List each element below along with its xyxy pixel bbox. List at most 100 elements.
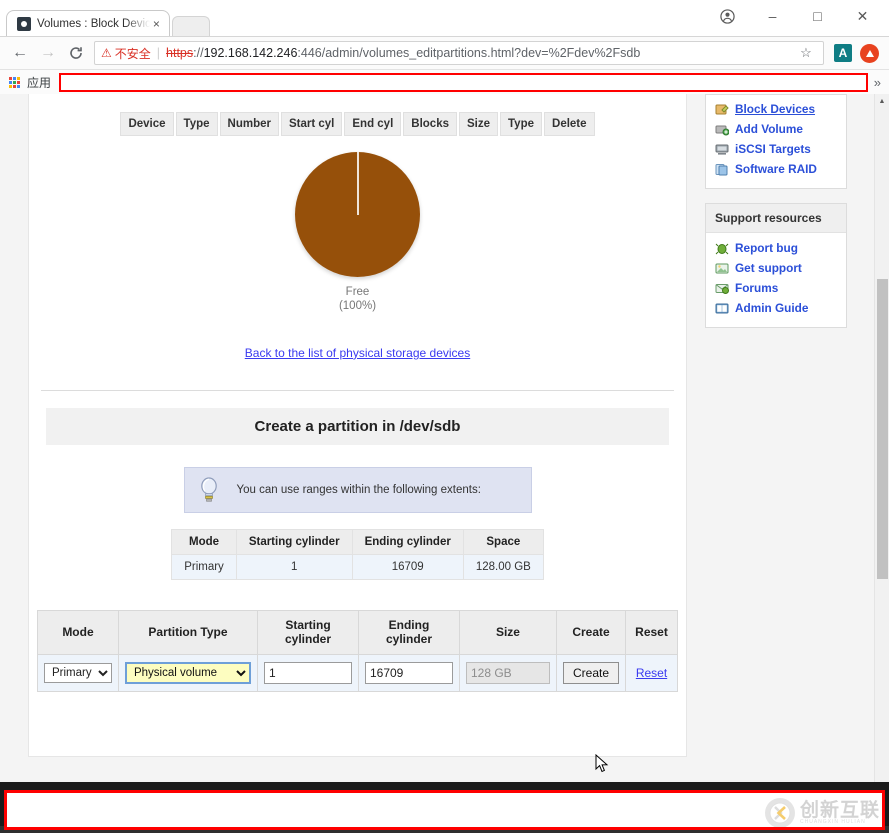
sidebar-label-forums: Forums (735, 281, 778, 295)
watermark-text: 创新互联 (800, 801, 880, 820)
partitions-col-endcyl: End cyl (344, 112, 401, 136)
browser-tab[interactable]: Volumes : Block Device × (6, 10, 170, 36)
bookmarks-bar: 应用 » (0, 69, 889, 94)
extents-cell-mode: Primary (172, 554, 237, 579)
sidebar-item-forums[interactable]: Forums (706, 278, 846, 298)
sidebar-item-add-volume[interactable]: Add Volume (706, 119, 846, 139)
extension-a-icon[interactable]: A (834, 44, 852, 62)
extension-opera-icon[interactable] (860, 44, 879, 63)
form-col-size: Size (459, 610, 556, 655)
sidebar-item-block-devices[interactable]: Block Devices (706, 99, 846, 119)
watermark-logo-icon (765, 798, 795, 828)
ending-cylinder-input[interactable] (365, 662, 453, 684)
pie-chart-caption: Free (100%) (29, 285, 686, 314)
sidebar-item-admin-guide[interactable]: Admin Guide (706, 298, 846, 318)
insecure-label: 不安全 (115, 45, 151, 62)
url-path: :446/admin/volumes_editpartitions.html?d… (297, 46, 640, 60)
extents-header-row: Mode Starting cylinder Ending cylinder S… (172, 529, 544, 554)
form-col-starting-cylinder: Starting cylinder (257, 610, 358, 655)
forums-icon (715, 282, 729, 295)
apps-label[interactable]: 应用 (27, 74, 51, 91)
address-bar[interactable]: ⚠ 不安全 | https://192.168.142.246:446/admi… (94, 41, 824, 65)
partition-type-select[interactable]: Physical volumeLinuxLinux swapExtendedFA… (125, 662, 251, 684)
bookmarks-overflow-icon[interactable]: » (874, 75, 883, 90)
new-tab-button[interactable] (172, 16, 210, 36)
extents-col-start: Starting cylinder (236, 529, 352, 554)
sidebar-label-report-bug: Report bug (735, 241, 798, 255)
form-col-ending-line2: cylinder (386, 632, 432, 646)
form-cell-reset: Reset (626, 655, 678, 692)
partitions-col-type2: Type (500, 112, 542, 136)
sidebar-support-card: Support resources Report bug Get support (705, 203, 847, 328)
back-to-devices-link[interactable]: Back to the list of physical storage dev… (245, 346, 470, 360)
url-host: 192.168.142.246 (204, 46, 298, 60)
partitions-table-header-row: Device Type Number Start cyl End cyl Blo… (120, 112, 594, 136)
close-icon[interactable]: × (150, 17, 163, 31)
form-cell-partition-type: Physical volumeLinuxLinux swapExtendedFA… (118, 655, 257, 692)
form-col-starting-line2: cylinder (285, 632, 331, 646)
pie-caption-percent: (100%) (29, 299, 686, 313)
form-cell-mode: PrimaryLogicalExtended (37, 655, 118, 692)
sidebar-item-iscsi-targets[interactable]: iSCSI Targets (706, 139, 846, 159)
bug-icon (715, 242, 729, 255)
form-cell-ending-cylinder (358, 655, 459, 692)
starting-cylinder-input[interactable] (264, 662, 352, 684)
tab-title: Volumes : Block Device (37, 18, 150, 30)
lightbulb-icon (195, 477, 223, 503)
form-input-row: PrimaryLogicalExtended Physical volumeLi… (37, 655, 677, 692)
form-col-mode: Mode (37, 610, 118, 655)
extents-table: Mode Starting cylinder Ending cylinder S… (171, 529, 544, 580)
form-col-reset: Reset (626, 610, 678, 655)
size-input (466, 662, 550, 684)
partitions-col-number: Number (220, 112, 279, 136)
apps-grid-icon[interactable] (9, 77, 22, 88)
browser-window: Volumes : Block Device × – □ ✕ ← → ⚠ 不安全… (0, 0, 889, 833)
sidebar-item-report-bug[interactable]: Report bug (706, 238, 846, 258)
scroll-up-icon[interactable]: ▲ (875, 94, 889, 109)
sidebar-label-software-raid: Software RAID (735, 162, 817, 176)
right-sidebar: Block Devices Add Volume iSCSI Targets (705, 94, 847, 342)
create-partition-form: Mode Partition Type Starting cylinder En… (37, 610, 678, 693)
form-col-partition-type: Partition Type (118, 610, 257, 655)
disk-usage-chart: Free (100%) (29, 152, 686, 314)
url-separator: :// (193, 46, 203, 60)
support-icon (715, 262, 729, 275)
extents-col-space: Space (463, 529, 543, 554)
main-content-card: Device Type Number Start cyl End cyl Blo… (28, 94, 687, 757)
window-close-button[interactable]: ✕ (840, 1, 885, 31)
back-icon[interactable]: ← (6, 39, 34, 67)
tab-strip: Volumes : Block Device × (0, 10, 210, 36)
minimize-button[interactable]: – (750, 1, 795, 31)
scrollbar-thumb[interactable] (877, 279, 888, 579)
sidebar-item-get-support[interactable]: Get support (706, 258, 846, 278)
reset-link[interactable]: Reset (636, 666, 667, 680)
omnibox-divider: | (157, 46, 160, 60)
bookmarks-redaction-box (59, 73, 868, 92)
book-icon (715, 302, 729, 315)
iscsi-targets-icon (715, 143, 729, 156)
maximize-button[interactable]: □ (795, 1, 840, 31)
window-controls: – □ ✕ (705, 0, 885, 32)
bottom-redaction-box: 创新互联 CHUANGXIN HULIAN (4, 790, 885, 830)
sidebar-item-software-raid[interactable]: Software RAID (706, 159, 846, 179)
bookmark-star-icon[interactable]: ☆ (795, 45, 817, 61)
form-cell-create: Create (556, 655, 625, 692)
form-header-row: Mode Partition Type Starting cylinder En… (37, 610, 677, 655)
page-scrollbar[interactable]: ▲ (874, 94, 889, 794)
partitions-col-startcyl: Start cyl (281, 112, 342, 136)
pie-slice-divider (357, 152, 359, 215)
sidebar-label-admin-guide: Admin Guide (735, 301, 808, 315)
extents-row: Primary 1 16709 128.00 GB (172, 554, 544, 579)
partitions-col-device: Device (120, 112, 173, 136)
reload-icon[interactable] (62, 39, 90, 67)
form-cell-starting-cylinder (257, 655, 358, 692)
forward-icon[interactable]: → (34, 39, 62, 67)
mode-select[interactable]: PrimaryLogicalExtended (44, 663, 112, 683)
sidebar-label-block-devices: Block Devices (735, 102, 815, 116)
create-button[interactable]: Create (563, 662, 619, 684)
site-favicon (17, 17, 31, 31)
extents-tip-text: You can use ranges within the following … (237, 484, 481, 496)
profile-icon[interactable] (705, 1, 750, 31)
support-resources-title: Support resources (706, 204, 846, 233)
extents-cell-space: 128.00 GB (463, 554, 543, 579)
